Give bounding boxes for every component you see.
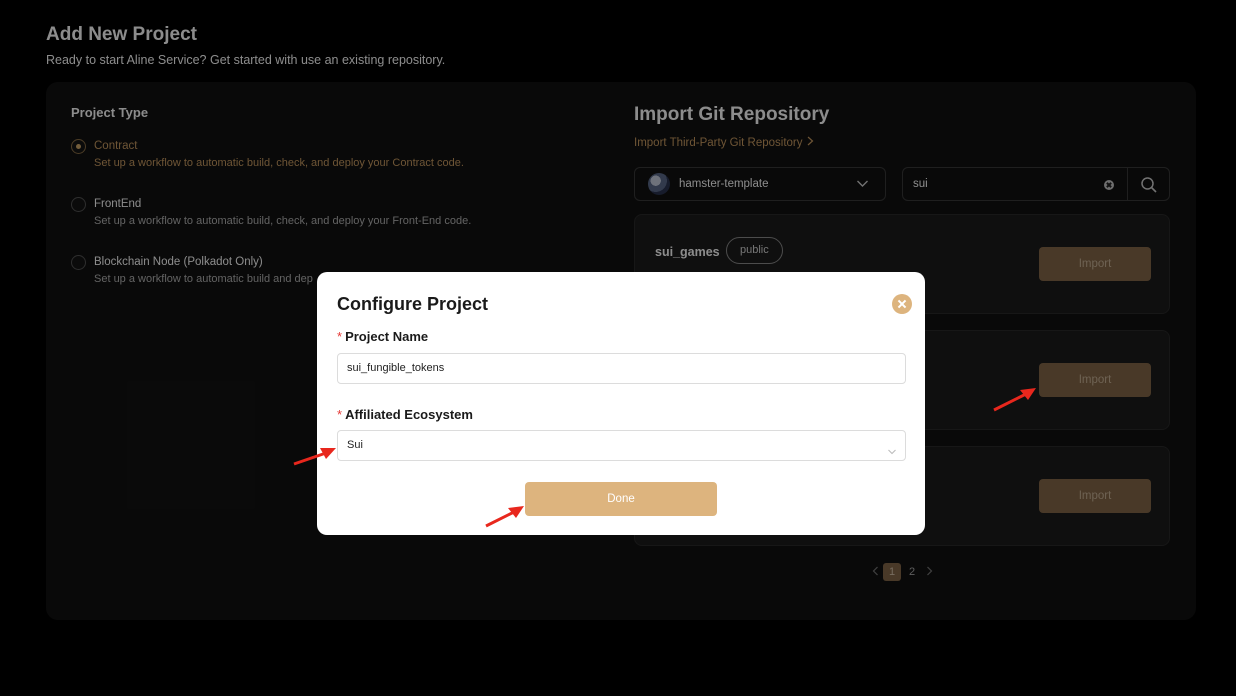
project-name-label: * Project Name (337, 329, 428, 344)
ecosystem-label-text: Affiliated Ecosystem (345, 407, 473, 422)
close-icon[interactable] (892, 294, 912, 314)
annotation-arrow-icon (293, 448, 336, 466)
ecosystem-label: * Affiliated Ecosystem (337, 407, 473, 422)
ecosystem-select[interactable]: Sui (337, 430, 906, 461)
done-button[interactable]: Done (525, 482, 717, 516)
chevron-down-icon (887, 440, 897, 469)
annotation-arrow-icon (993, 388, 1036, 412)
modal-title: Configure Project (337, 294, 489, 314)
configure-project-modal: Configure Project * Project Name sui_fung… (317, 272, 925, 535)
ecosystem-value: Sui (347, 439, 363, 451)
required-mark: * (337, 329, 343, 344)
project-name-input[interactable]: sui_fungible_tokens (337, 353, 906, 384)
required-mark: * (337, 407, 343, 422)
annotation-arrow-icon (485, 506, 524, 528)
project-name-label-text: Project Name (345, 329, 429, 344)
